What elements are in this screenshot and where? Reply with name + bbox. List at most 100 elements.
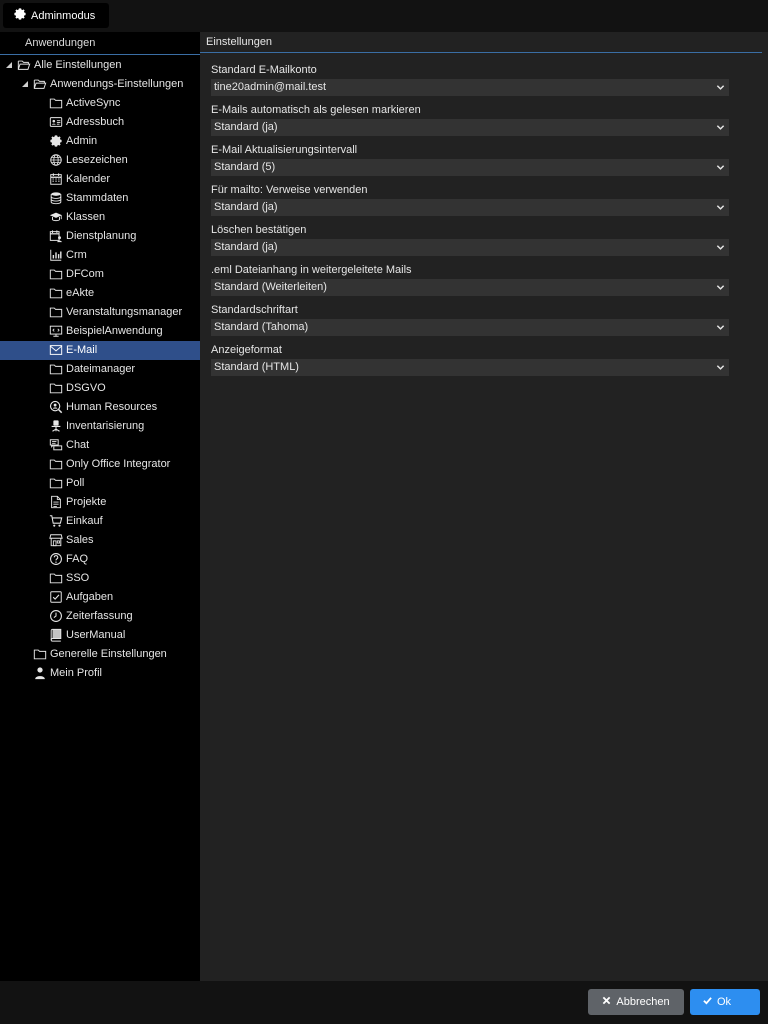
tree-item-sales[interactable]: Sales [0,531,200,550]
setting-field: Standard E-Mailkonto tine20admin@mail.tes… [211,63,729,96]
tree-item-projekte[interactable]: Projekte [0,493,200,512]
admin-mode-label: Adminmodus [31,9,96,22]
expand-toggle-icon[interactable] [5,61,13,69]
setting-select[interactable]: Standard (ja) [211,239,729,256]
tree-item-eakte[interactable]: eAkte [0,284,200,303]
setting-select[interactable]: Standard (5) [211,159,729,176]
tree-item-label: SSO [66,572,90,584]
chevron-down-icon[interactable] [716,83,725,92]
tree-item-label: UserManual [66,629,126,641]
top-toolbar: Adminmodus [0,0,768,32]
tree-item-label: Dateimanager [66,363,136,375]
ok-button-label: Ok [717,996,732,1008]
tree-item-label: E-Mail [66,344,98,356]
setting-label: E-Mail Aktualisierungsintervall [211,144,358,156]
tree-item-einkauf[interactable]: Einkauf [0,512,200,531]
settings-header: Einstellungen [200,32,762,53]
code-window-icon [49,324,63,338]
setting-value: Standard (5) [214,161,276,173]
tree-item-stammdaten[interactable]: Stammdaten [0,189,200,208]
tree-item-label: eAkte [66,287,95,299]
tree-item-label: Anwendungs-Einstellungen [50,78,184,90]
question-circle-icon [49,552,63,566]
person-search-icon [49,400,63,414]
folder-icon [49,571,63,585]
tree-item-veranstaltungsmanager[interactable]: Veranstaltungsmanager [0,303,200,322]
tree-item-only-office-integrator[interactable]: Only Office Integrator [0,455,200,474]
setting-value: Standard (ja) [214,201,278,213]
tree-item-anwendungs-einstellungen[interactable]: Anwendungs-Einstellungen [0,75,200,94]
setting-select[interactable]: Standard (ja) [211,119,729,136]
setting-select[interactable]: Standard (HTML) [211,359,729,376]
chevron-down-icon[interactable] [716,163,725,172]
tree-item-generelle-einstellungen[interactable]: Generelle Einstellungen [0,645,200,664]
tree-item-label: Stammdaten [66,192,129,204]
chevron-down-icon[interactable] [716,323,725,332]
tree-item-adressbuch[interactable]: Adressbuch [0,113,200,132]
cancel-button-label: Abbrechen [616,996,670,1008]
tree-item-beispielanwendung[interactable]: BeispielAnwendung [0,322,200,341]
tree-item-inventarisierung[interactable]: Inventarisierung [0,417,200,436]
tree-item-crm[interactable]: Crm [0,246,200,265]
checkbox-icon [49,590,63,604]
tree-item-admin[interactable]: Admin [0,132,200,151]
setting-value: tine20admin@mail.test [214,81,327,93]
tree-item-dfcom[interactable]: DFCom [0,265,200,284]
ok-button[interactable]: Ok [690,989,760,1015]
setting-select[interactable]: Standard (ja) [211,199,729,216]
gear-icon [49,134,63,148]
tree-item-label: FAQ [66,553,89,565]
tree-item-klassen[interactable]: Klassen [0,208,200,227]
tree-item-chat[interactable]: Chat [0,436,200,455]
setting-field: E-Mails automatisch als gelesen markiere… [211,103,729,136]
setting-field: Für mailto: Verweise verwenden Standard (… [211,183,729,216]
tree-item-dsgvo[interactable]: DSGVO [0,379,200,398]
chevron-down-icon[interactable] [716,363,725,372]
settings-panel: Einstellungen Standard E-Mailkonto tine20… [200,32,768,981]
chevron-down-icon[interactable] [716,203,725,212]
setting-label: Standardschriftart [211,304,298,316]
cancel-button[interactable]: Abbrechen [588,989,684,1015]
tree-item-poll[interactable]: Poll [0,474,200,493]
expand-toggle-icon[interactable] [21,80,29,88]
applications-header: Anwendungen [0,32,200,55]
tree-item-activesync[interactable]: ActiveSync [0,94,200,113]
chevron-down-icon[interactable] [716,283,725,292]
graduation-cap-icon [49,210,63,224]
tree-item-e-mail[interactable]: E-Mail [0,341,200,360]
tree-item-zeiterfassung[interactable]: Zeiterfassung [0,607,200,626]
setting-label: .eml Dateianhang in weitergeleitete Mail… [211,264,412,276]
chevron-down-icon[interactable] [716,243,725,252]
setting-value: Standard (ja) [214,241,278,253]
tree-item-label: Einkauf [66,515,103,527]
tree-item-dateimanager[interactable]: Dateimanager [0,360,200,379]
setting-field: Anzeigeformat Standard (HTML) [211,343,729,376]
tree-item-usermanual[interactable]: UserManual [0,626,200,645]
tree-item-alle-einstellungen[interactable]: Alle Einstellungen [0,56,200,75]
tree-item-lesezeichen[interactable]: Lesezeichen [0,151,200,170]
tree-item-aufgaben[interactable]: Aufgaben [0,588,200,607]
tree-item-label: Klassen [66,211,106,223]
admin-mode-button[interactable]: Adminmodus [3,3,109,28]
setting-select[interactable]: Standard (Tahoma) [211,319,729,336]
tree-item-dienstplanung[interactable]: Dienstplanung [0,227,200,246]
dialog-footer: Abbrechen Ok [0,981,768,1024]
tree-item-label: Crm [66,249,87,261]
tree-item-faq[interactable]: FAQ [0,550,200,569]
tree-item-sso[interactable]: SSO [0,569,200,588]
tree-item-human-resources[interactable]: Human Resources [0,398,200,417]
setting-value: Standard (Weiterleiten) [214,281,327,293]
setting-value: Standard (Tahoma) [214,321,309,333]
tree-item-label: Human Resources [66,401,158,413]
chat-bubbles-icon [49,438,63,452]
setting-select[interactable]: tine20admin@mail.test [211,79,729,96]
tree-item-mein-profil[interactable]: Mein Profil [0,664,200,683]
setting-select[interactable]: Standard (Weiterleiten) [211,279,729,296]
envelope-icon [49,343,63,357]
tree-item-kalender[interactable]: Kalender [0,170,200,189]
shopping-cart-icon [49,514,63,528]
chevron-down-icon[interactable] [716,123,725,132]
tree-item-label: Kalender [66,173,111,185]
tree-item-label: Alle Einstellungen [34,59,122,71]
folder-open-icon [33,77,47,91]
